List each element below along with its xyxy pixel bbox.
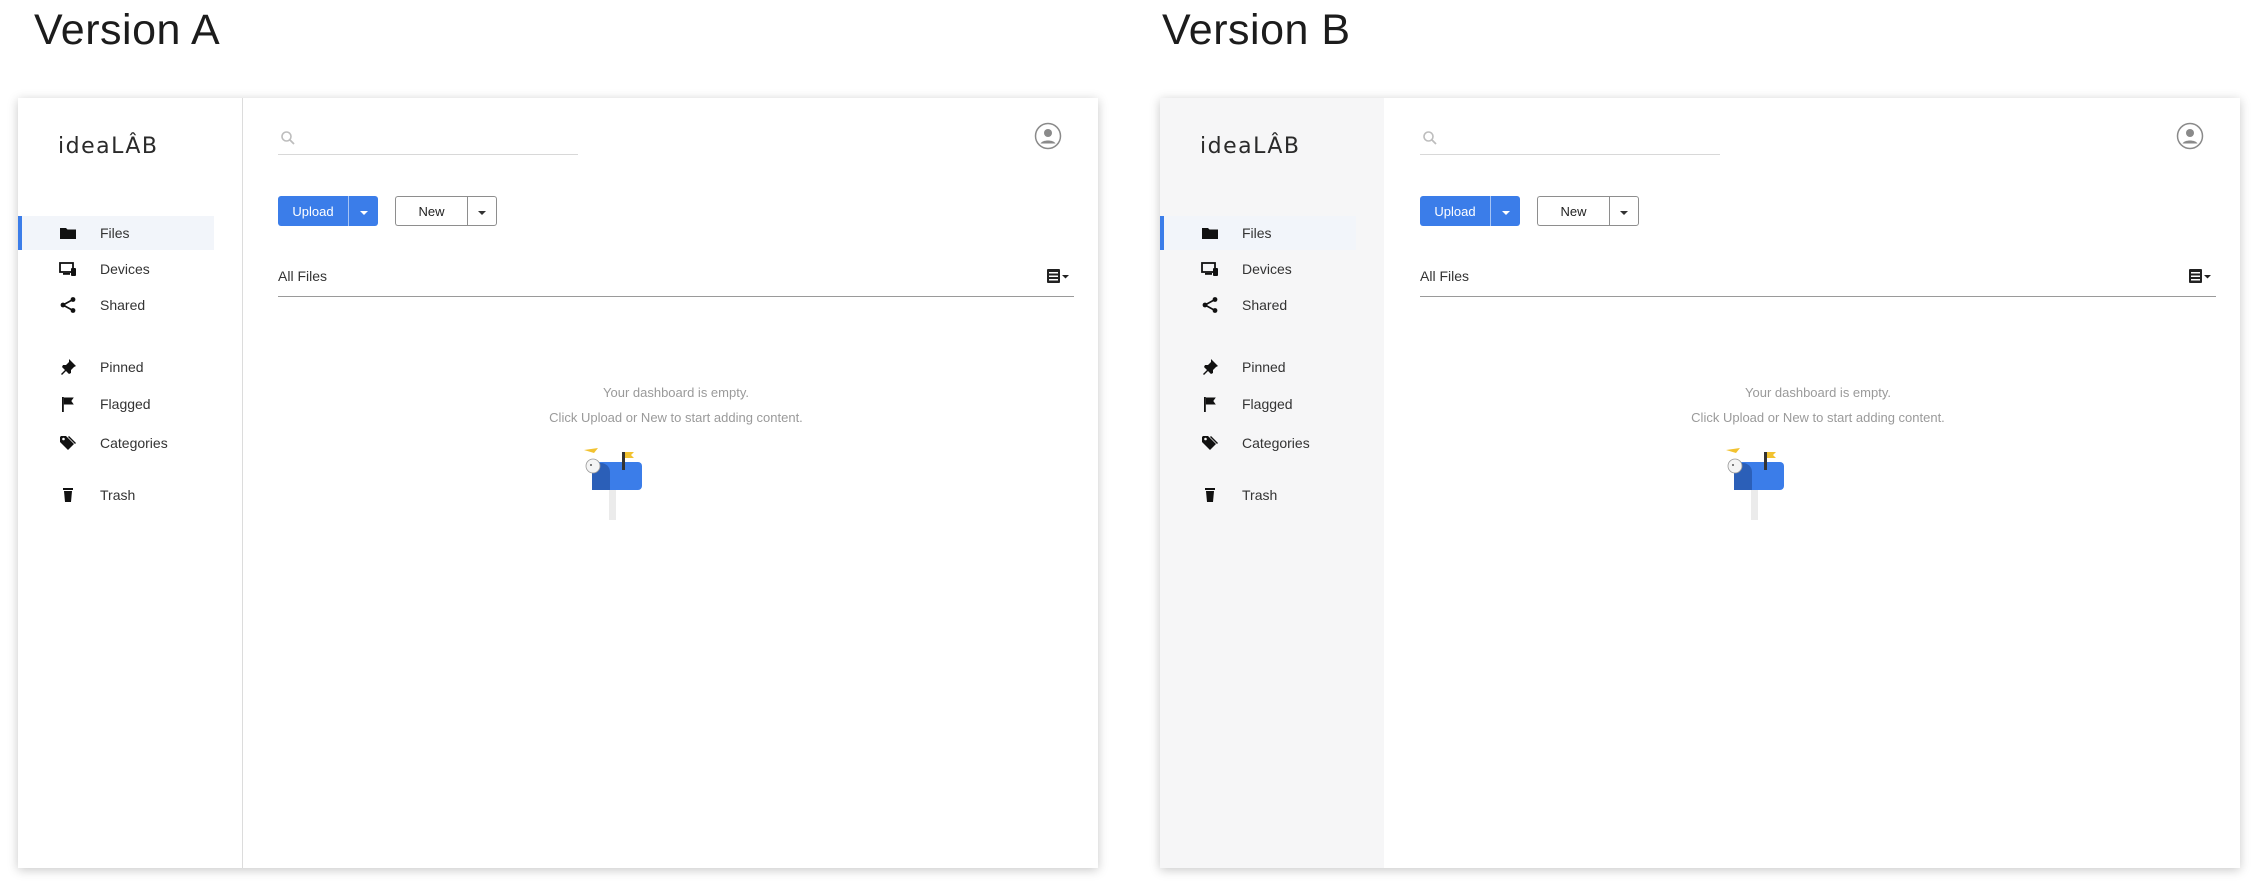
new-button-group: New xyxy=(1537,196,1639,226)
sidebar-item-trash[interactable]: Trash xyxy=(1160,478,1356,512)
sidebar-item-label: Devices xyxy=(1242,261,1292,277)
chevron-down-icon xyxy=(1501,204,1511,219)
empty-state: Your dashboard is empty. Click Upload or… xyxy=(278,380,1074,430)
flag-icon xyxy=(1200,394,1220,414)
sidebar-item-devices[interactable]: Devices xyxy=(18,252,214,286)
empty-state-line1: Your dashboard is empty. xyxy=(1745,385,1891,400)
new-button[interactable]: New xyxy=(395,196,467,226)
tag-icon xyxy=(58,433,78,453)
new-button-group: New xyxy=(395,196,497,226)
folder-icon xyxy=(58,223,78,243)
upload-button[interactable]: Upload xyxy=(1420,196,1490,226)
upload-dropdown-button[interactable] xyxy=(1490,196,1520,226)
sidebar-item-categories[interactable]: Categories xyxy=(1160,426,1356,460)
search-bar xyxy=(278,124,578,155)
files-header: All Files xyxy=(278,266,1074,297)
app-window-version-b: ideaLÂB Files Devices Shared Pinned Flag… xyxy=(1160,98,2240,868)
chevron-down-icon xyxy=(359,204,369,219)
new-dropdown-button[interactable] xyxy=(467,196,497,226)
sidebar-item-label: Categories xyxy=(1242,435,1310,451)
sidebar-item-label: Trash xyxy=(100,487,136,503)
search-input[interactable] xyxy=(302,126,576,152)
app-logo: ideaLÂB xyxy=(1200,134,1301,159)
chevron-down-icon xyxy=(1619,204,1629,219)
sidebar-item-label: Categories xyxy=(100,435,168,451)
view-toggle[interactable] xyxy=(2182,268,2212,288)
sidebar-item-shared[interactable]: Shared xyxy=(18,288,214,322)
empty-state-line2: Click Upload or New to start adding cont… xyxy=(549,410,803,425)
search-bar xyxy=(1420,124,1720,155)
sidebar-item-label: Shared xyxy=(1242,297,1288,313)
sidebar-item-label: Flagged xyxy=(1242,396,1293,412)
folder-icon xyxy=(1200,223,1220,243)
page-title: All Files xyxy=(1420,268,1470,284)
list-view-icon xyxy=(1046,268,1070,289)
sidebar-item-files[interactable]: Files xyxy=(1160,216,1356,250)
sidebar-item-label: Files xyxy=(1242,225,1272,241)
search-input[interactable] xyxy=(1444,126,1718,152)
sidebar-item-shared[interactable]: Shared xyxy=(1160,288,1356,322)
empty-state-line2: Click Upload or New to start adding cont… xyxy=(1691,410,1945,425)
trash-icon xyxy=(58,485,78,505)
sidebar-item-label: Shared xyxy=(100,297,146,313)
sidebar-item-flagged[interactable]: Flagged xyxy=(1160,387,1356,421)
tag-icon xyxy=(1200,433,1220,453)
search-icon xyxy=(280,130,296,146)
empty-state: Your dashboard is empty. Click Upload or… xyxy=(1420,380,2216,430)
sidebar: ideaLÂB Files Devices Shared Pinned Flag… xyxy=(18,98,243,868)
devices-icon xyxy=(1200,259,1220,279)
user-avatar-icon[interactable] xyxy=(1034,122,1062,150)
trash-icon xyxy=(1200,485,1220,505)
files-header: All Files xyxy=(1420,266,2216,297)
mailbox-illustration xyxy=(1722,444,1792,524)
sidebar-item-label: Devices xyxy=(100,261,150,277)
sidebar-item-pinned[interactable]: Pinned xyxy=(1160,350,1356,384)
upload-button-group: Upload xyxy=(1420,196,1520,226)
flag-icon xyxy=(58,394,78,414)
user-avatar-icon[interactable] xyxy=(2176,122,2204,150)
upload-button[interactable]: Upload xyxy=(278,196,348,226)
sidebar-item-label: Trash xyxy=(1242,487,1278,503)
new-button[interactable]: New xyxy=(1537,196,1609,226)
share-icon xyxy=(58,295,78,315)
page-title: All Files xyxy=(278,268,328,284)
version-a-title: Version A xyxy=(34,6,221,54)
view-toggle[interactable] xyxy=(1040,268,1070,288)
sidebar-item-devices[interactable]: Devices xyxy=(1160,252,1356,286)
app-logo: ideaLÂB xyxy=(58,134,159,159)
devices-icon xyxy=(58,259,78,279)
sidebar-item-flagged[interactable]: Flagged xyxy=(18,387,214,421)
main-content: Upload New All Files Your dashboard is e… xyxy=(242,98,1098,868)
sidebar-item-label: Pinned xyxy=(1242,359,1286,375)
sidebar-item-label: Pinned xyxy=(100,359,144,375)
sidebar-item-categories[interactable]: Categories xyxy=(18,426,214,460)
version-b-title: Version B xyxy=(1162,6,1351,54)
pin-icon xyxy=(1200,357,1220,377)
pin-icon xyxy=(58,357,78,377)
upload-dropdown-button[interactable] xyxy=(348,196,378,226)
sidebar-item-trash[interactable]: Trash xyxy=(18,478,214,512)
sidebar-item-files[interactable]: Files xyxy=(18,216,214,250)
list-view-icon xyxy=(2188,268,2212,289)
new-dropdown-button[interactable] xyxy=(1609,196,1639,226)
mailbox-illustration xyxy=(580,444,650,524)
chevron-down-icon xyxy=(477,204,487,219)
app-window-version-a: ideaLÂB Files Devices Shared Pinned Flag… xyxy=(18,98,1098,868)
sidebar: ideaLÂB Files Devices Shared Pinned Flag… xyxy=(1160,98,1384,868)
upload-button-group: Upload xyxy=(278,196,378,226)
sidebar-item-pinned[interactable]: Pinned xyxy=(18,350,214,384)
empty-state-line1: Your dashboard is empty. xyxy=(603,385,749,400)
main-content: Upload New All Files Your dashboard is e… xyxy=(1384,98,2240,868)
share-icon xyxy=(1200,295,1220,315)
search-icon xyxy=(1422,130,1438,146)
sidebar-item-label: Flagged xyxy=(100,396,151,412)
sidebar-item-label: Files xyxy=(100,225,130,241)
